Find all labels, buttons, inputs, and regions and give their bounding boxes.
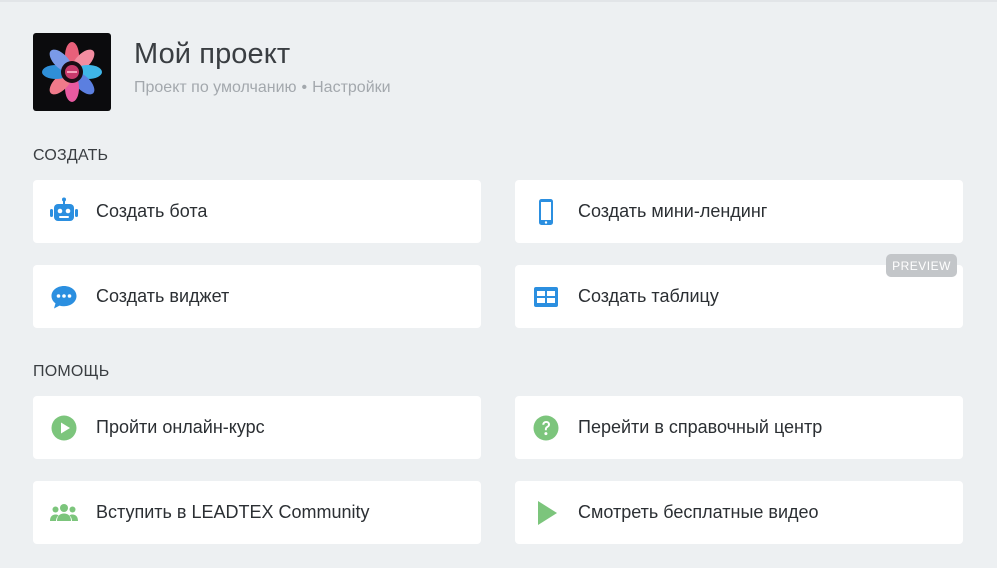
section-title-help: ПОМОЩЬ bbox=[33, 363, 110, 380]
play-triangle-icon bbox=[530, 497, 562, 529]
help-center-label: Перейти в справочный центр bbox=[578, 417, 823, 437]
breadcrumb: Проект по умолчанию • Настройки bbox=[134, 79, 391, 97]
create-mini-landing-card[interactable]: Создать мини-лендинг bbox=[515, 180, 963, 243]
create-bot-card[interactable]: Создать бота bbox=[33, 180, 481, 243]
free-videos-label: Смотреть бесплатные видео bbox=[578, 502, 819, 522]
create-mini-landing-label: Создать мини-лендинг bbox=[578, 201, 768, 221]
create-table-label: Создать таблицу bbox=[578, 286, 719, 306]
robot-icon bbox=[48, 196, 80, 228]
online-course-label: Пройти онлайн-курс bbox=[96, 417, 265, 437]
breadcrumb-separator: • bbox=[301, 79, 308, 96]
online-course-card[interactable]: Пройти онлайн-курс bbox=[33, 396, 481, 459]
create-widget-label: Создать виджет bbox=[96, 286, 230, 306]
preview-badge: PREVIEW bbox=[886, 254, 957, 277]
project-dashboard: Мой проект Проект по умолчанию • Настрой… bbox=[0, 0, 997, 568]
flower-logo-icon bbox=[42, 42, 102, 102]
group-icon bbox=[48, 497, 80, 529]
community-label: Вступить в LEADTEX Community bbox=[96, 502, 370, 522]
top-divider bbox=[0, 0, 997, 2]
create-widget-card[interactable]: Создать виджет bbox=[33, 265, 481, 328]
project-logo[interactable] bbox=[33, 33, 111, 111]
breadcrumb-project[interactable]: Проект по умолчанию bbox=[134, 79, 297, 97]
create-bot-label: Создать бота bbox=[96, 201, 208, 221]
table-icon bbox=[530, 281, 562, 313]
chat-bubble-icon bbox=[48, 281, 80, 313]
section-title-create: СОЗДАТЬ bbox=[33, 147, 109, 164]
page-title: Мой проект bbox=[134, 38, 291, 70]
community-card[interactable]: Вступить в LEADTEX Community bbox=[33, 481, 481, 544]
smartphone-icon bbox=[530, 196, 562, 228]
help-center-card[interactable]: Перейти в справочный центр bbox=[515, 396, 963, 459]
free-videos-card[interactable]: Смотреть бесплатные видео bbox=[515, 481, 963, 544]
play-circle-icon bbox=[48, 412, 80, 444]
question-circle-icon bbox=[530, 412, 562, 444]
breadcrumb-settings[interactable]: Настройки bbox=[312, 79, 390, 97]
